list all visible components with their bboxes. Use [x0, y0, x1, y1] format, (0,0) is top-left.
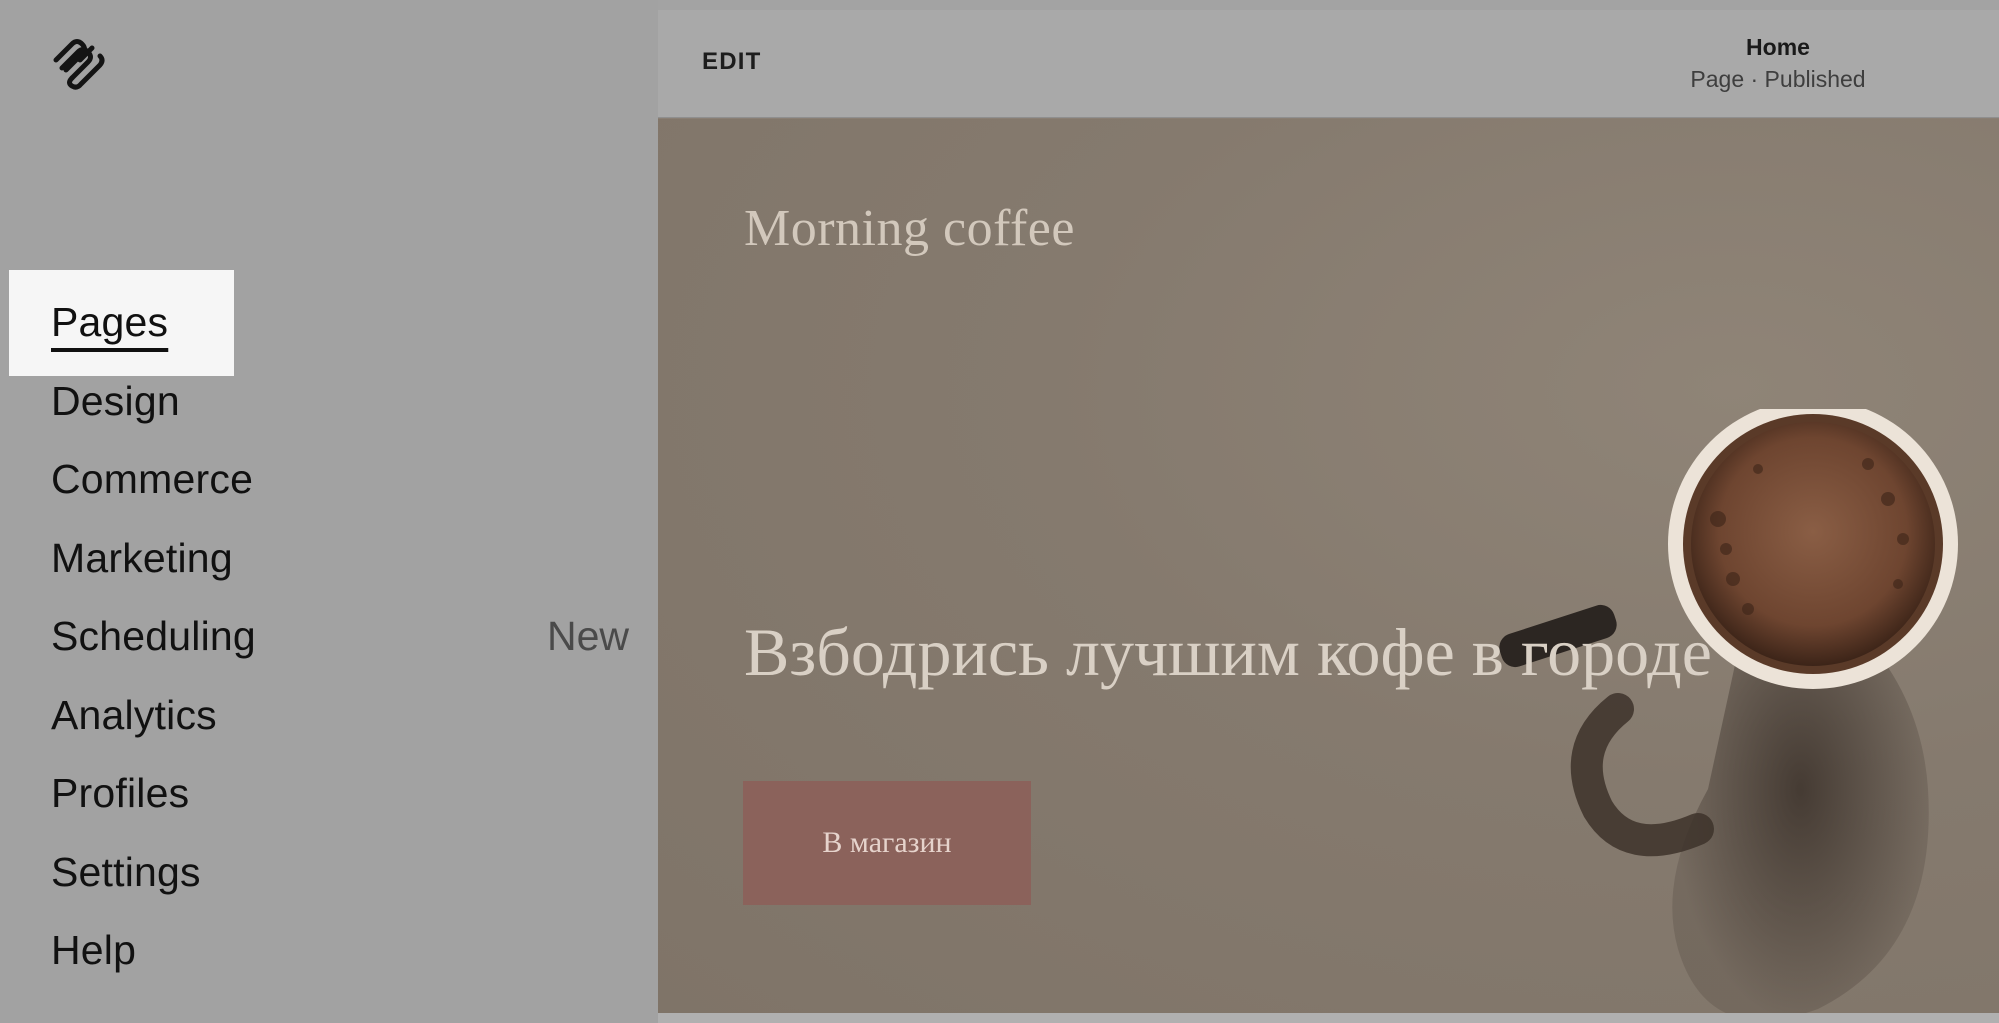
sidebar-item-analytics[interactable]: Analytics: [51, 682, 611, 748]
page-title: Home: [1746, 34, 1810, 60]
coffee-mug-image: [1499, 409, 1958, 1013]
new-badge: New: [546, 613, 629, 659]
sidebar-item-marketing[interactable]: Marketing: [51, 525, 611, 591]
sidebar-item-label: Commerce: [51, 456, 254, 502]
page-status: Page · Published: [1690, 66, 1866, 92]
sidebar-item-label: Settings: [51, 849, 201, 895]
site-brand[interactable]: Morning coffee: [744, 199, 1075, 258]
sidebar-item-label: Design: [51, 378, 180, 424]
squarespace-logo-icon[interactable]: [50, 38, 108, 90]
sidebar-item-pages[interactable]: Pages: [51, 289, 611, 355]
sidebar-item-design[interactable]: Design: [51, 368, 611, 434]
sidebar: Pages Design Commerce Marketing Scheduli…: [0, 0, 658, 1023]
site-preview[interactable]: EDIT Home Page · Published Morning coffe…: [658, 10, 1999, 1013]
hero-section[interactable]: Morning coffee Взбодрись лучшим кофе в г…: [658, 119, 1999, 1013]
sidebar-item-label: Pages: [51, 299, 169, 345]
sidebar-item-label: Profiles: [51, 770, 190, 816]
sidebar-item-label: Analytics: [51, 692, 217, 738]
preview-toolbar: EDIT Home Page · Published: [658, 10, 1999, 118]
edit-button[interactable]: EDIT: [702, 48, 761, 76]
sidebar-item-label: Help: [51, 927, 137, 973]
preview-bottom-edge: [658, 1013, 1999, 1023]
sidebar-item-commerce[interactable]: Commerce: [51, 446, 611, 512]
page-info: Home Page · Published: [1588, 34, 1968, 93]
sidebar-item-label: Scheduling: [51, 613, 256, 659]
sidebar-item-help[interactable]: Help: [51, 917, 611, 983]
shop-button[interactable]: В магазин: [743, 781, 1031, 905]
sidebar-item-label: Marketing: [51, 535, 233, 581]
hero-headline[interactable]: Взбодрись лучшим кофе в городе: [744, 613, 1712, 692]
sidebar-item-profiles[interactable]: Profiles: [51, 760, 611, 826]
sidebar-item-scheduling[interactable]: Scheduling New: [51, 603, 629, 669]
sidebar-item-settings[interactable]: Settings: [51, 839, 611, 905]
